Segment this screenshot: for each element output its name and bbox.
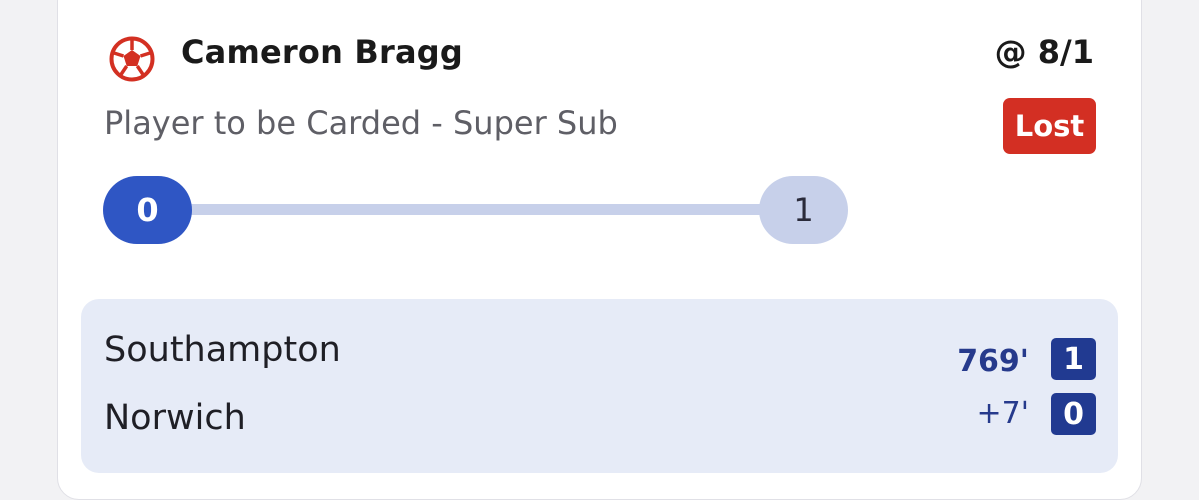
player-name: Cameron Bragg [181,33,463,71]
progress-current: 0 [103,176,192,244]
football-icon [109,36,155,82]
home-score: 1 [1051,338,1096,380]
match-score-panel[interactable] [81,299,1118,473]
status-badge: Lost [1003,98,1096,154]
home-team-name: Southampton [104,330,341,370]
bet-market: Player to be Carded - Super Sub [104,104,618,142]
away-team-name: Norwich [104,398,246,438]
added-time: +7' [976,396,1029,431]
match-clock: 769' [957,344,1029,379]
progress-track [160,204,790,215]
progress-target: 1 [759,176,848,244]
away-score: 0 [1051,393,1096,435]
bet-odds: @ 8/1 [994,33,1094,71]
